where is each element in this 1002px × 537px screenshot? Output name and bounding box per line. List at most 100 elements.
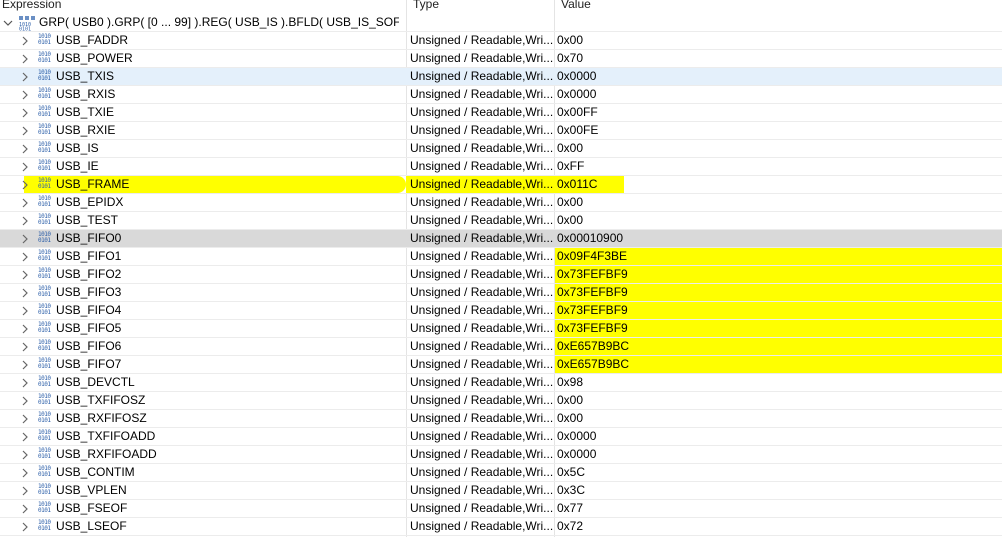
root-expression-row[interactable]: 1010 0101 GRP( USB0 ).GRP( [0 ... 99] ).… (0, 14, 1002, 32)
chevron-right-icon[interactable] (20, 90, 30, 100)
register-value[interactable]: 0x00 (557, 392, 997, 409)
register-value[interactable]: 0x0000 (557, 68, 997, 85)
register-value[interactable]: 0x09F4F3BE (557, 248, 997, 265)
register-row-usb-devctl[interactable]: 1010 0101 USB_DEVCTL Unsigned / Readable,Wr… (0, 374, 1002, 392)
expression-column-header[interactable]: Expression (2, 0, 61, 14)
register-row-usb-ie[interactable]: 1010 0101 USB_IE Unsigned / Readable,Wri...… (0, 158, 1002, 176)
register-value[interactable]: 0x70 (557, 50, 997, 67)
register-row-usb-txfifosz[interactable]: 1010 0101 USB_TXFIFOSZ Unsigned / Readable,… (0, 392, 1002, 410)
chevron-right-icon[interactable] (20, 396, 30, 406)
chevron-right-icon[interactable] (20, 234, 30, 244)
chevron-right-icon[interactable] (20, 270, 30, 280)
register-value[interactable]: 0xE657B9BC (557, 356, 997, 373)
register-value[interactable]: 0x00010900 (557, 230, 997, 247)
register-row-usb-txie[interactable]: 1010 0101 USB_TXIE Unsigned / Readable,Wri.… (0, 104, 1002, 122)
register-value[interactable]: 0xE657B9BC (557, 338, 997, 355)
chevron-right-icon[interactable] (20, 324, 30, 334)
register-name: USB_TXFIFOADD (56, 429, 156, 443)
chevron-right-icon[interactable] (20, 126, 30, 136)
register-row-usb-fifo6[interactable]: 1010 0101 USB_FIFO6 Unsigned / Readable,Wri… (0, 338, 1002, 356)
register-value[interactable]: 0x73FEFBF9 (557, 302, 997, 319)
register-row-usb-fifo0[interactable]: 1010 0101 USB_FIFO0 Unsigned / Readable,Wri… (0, 230, 1002, 248)
chevron-right-icon[interactable] (20, 180, 30, 190)
register-value[interactable]: 0x00 (557, 140, 997, 157)
chevron-right-icon[interactable] (20, 216, 30, 226)
register-row-usb-fifo1[interactable]: 1010 0101 USB_FIFO1 Unsigned / Readable,Wri… (0, 248, 1002, 266)
binary-icon-bottom: 0101 (38, 129, 51, 136)
chevron-right-icon[interactable] (20, 360, 30, 370)
register-row-usb-fifo4[interactable]: 1010 0101 USB_FIFO4 Unsigned / Readable,Wri… (0, 302, 1002, 320)
register-name: USB_FIFO6 (56, 339, 122, 353)
register-row-usb-vplen[interactable]: 1010 0101 USB_VPLEN Unsigned / Readable,Wri… (0, 482, 1002, 500)
register-value[interactable]: 0x98 (557, 374, 997, 391)
register-type: Unsigned / Readable,Wri... (410, 447, 554, 461)
binary-register-icon: 1010 0101 (38, 160, 54, 174)
register-value[interactable]: 0x73FEFBF9 (557, 284, 997, 301)
chevron-right-icon[interactable] (20, 108, 30, 118)
register-value[interactable]: 0x72 (557, 518, 997, 535)
register-value[interactable]: 0x00FE (557, 122, 997, 139)
chevron-right-icon[interactable] (20, 486, 30, 496)
register-row-usb-fifo3[interactable]: 1010 0101 USB_FIFO3 Unsigned / Readable,Wri… (0, 284, 1002, 302)
register-value[interactable]: 0xFF (557, 158, 997, 175)
register-value[interactable]: 0x00FF (557, 104, 997, 121)
register-value[interactable]: 0x0000 (557, 446, 997, 463)
register-row-usb-txis[interactable]: 1010 0101 USB_TXIS Unsigned / Readable,Wri.… (0, 68, 1002, 86)
chevron-right-icon[interactable] (20, 432, 30, 442)
register-value[interactable]: 0x0000 (557, 428, 997, 445)
chevron-right-icon[interactable] (20, 144, 30, 154)
chevron-right-icon[interactable] (20, 288, 30, 298)
chevron-right-icon[interactable] (20, 198, 30, 208)
register-row-usb-rxfifoadd[interactable]: 1010 0101 USB_RXFIFOADD Unsigned / Readable… (0, 446, 1002, 464)
chevron-right-icon[interactable] (20, 162, 30, 172)
register-row-usb-rxfifosz[interactable]: 1010 0101 USB_RXFIFOSZ Unsigned / Readable,… (0, 410, 1002, 428)
chevron-right-icon[interactable] (20, 468, 30, 478)
binary-icon-bottom: 0101 (38, 327, 51, 334)
binary-icon-bottom: 0101 (38, 147, 51, 154)
register-name: USB_RXIE (56, 123, 116, 137)
register-row-usb-rxis[interactable]: 1010 0101 USB_RXIS Unsigned / Readable,Wri.… (0, 86, 1002, 104)
register-type: Unsigned / Readable,Wri... (410, 105, 554, 119)
chevron-right-icon[interactable] (20, 450, 30, 460)
chevron-right-icon[interactable] (20, 378, 30, 388)
register-value[interactable]: 0x00 (557, 212, 997, 229)
chevron-right-icon[interactable] (20, 252, 30, 262)
chevron-right-icon[interactable] (20, 72, 30, 82)
chevron-right-icon[interactable] (20, 36, 30, 46)
register-row-usb-fifo7[interactable]: 1010 0101 USB_FIFO7 Unsigned / Readable,Wri… (0, 356, 1002, 374)
register-row-usb-lseof[interactable]: 1010 0101 USB_LSEOF Unsigned / Readable,Wri… (0, 518, 1002, 536)
binary-register-icon: 1010 0101 (38, 214, 54, 228)
chevron-right-icon[interactable] (20, 414, 30, 424)
register-row-usb-epidx[interactable]: 1010 0101 USB_EPIDX Unsigned / Readable,Wri… (0, 194, 1002, 212)
chevron-right-icon[interactable] (20, 342, 30, 352)
register-value[interactable]: 0x00 (557, 410, 997, 427)
chevron-right-icon[interactable] (20, 504, 30, 514)
chevron-right-icon[interactable] (20, 522, 30, 532)
register-value[interactable]: 0x3C (557, 482, 997, 499)
chevron-right-icon[interactable] (20, 54, 30, 64)
register-row-usb-is[interactable]: 1010 0101 USB_IS Unsigned / Readable,Wri...… (0, 140, 1002, 158)
register-value[interactable]: 0x77 (557, 500, 997, 517)
register-row-usb-contim[interactable]: 1010 0101 USB_CONTIM Unsigned / Readable,Wr… (0, 464, 1002, 482)
register-row-usb-fifo5[interactable]: 1010 0101 USB_FIFO5 Unsigned / Readable,Wri… (0, 320, 1002, 338)
register-row-usb-power[interactable]: 1010 0101 USB_POWER Unsigned / Readable,Wri… (0, 50, 1002, 68)
register-row-usb-fifo2[interactable]: 1010 0101 USB_FIFO2 Unsigned / Readable,Wri… (0, 266, 1002, 284)
register-row-usb-rxie[interactable]: 1010 0101 USB_RXIE Unsigned / Readable,Wri.… (0, 122, 1002, 140)
chevron-right-icon[interactable] (20, 306, 30, 316)
chevron-down-icon[interactable] (3, 18, 13, 28)
binary-register-icon: 1010 0101 (38, 412, 54, 426)
value-column-header[interactable]: Value (561, 0, 591, 14)
register-value[interactable]: 0x00 (557, 32, 997, 49)
register-row-usb-txfifoadd[interactable]: 1010 0101 USB_TXFIFOADD Unsigned / Readable… (0, 428, 1002, 446)
register-value[interactable]: 0x00 (557, 194, 997, 211)
register-row-usb-faddr[interactable]: 1010 0101 USB_FADDR Unsigned / Readable,Wri… (0, 32, 1002, 50)
register-value[interactable]: 0x5C (557, 464, 997, 481)
register-value[interactable]: 0x73FEFBF9 (557, 320, 997, 337)
register-value[interactable]: 0x011C (557, 176, 997, 193)
register-row-usb-test[interactable]: 1010 0101 USB_TEST Unsigned / Readable,Wri.… (0, 212, 1002, 230)
register-value[interactable]: 0x0000 (557, 86, 997, 103)
register-row-usb-fseof[interactable]: 1010 0101 USB_FSEOF Unsigned / Readable,Wri… (0, 500, 1002, 518)
register-value[interactable]: 0x73FEFBF9 (557, 266, 997, 283)
type-column-header[interactable]: Type (413, 0, 439, 14)
register-row-usb-frame[interactable]: 1010 0101 USB_FRAME Unsigned / Readable,Wri… (0, 176, 1002, 194)
